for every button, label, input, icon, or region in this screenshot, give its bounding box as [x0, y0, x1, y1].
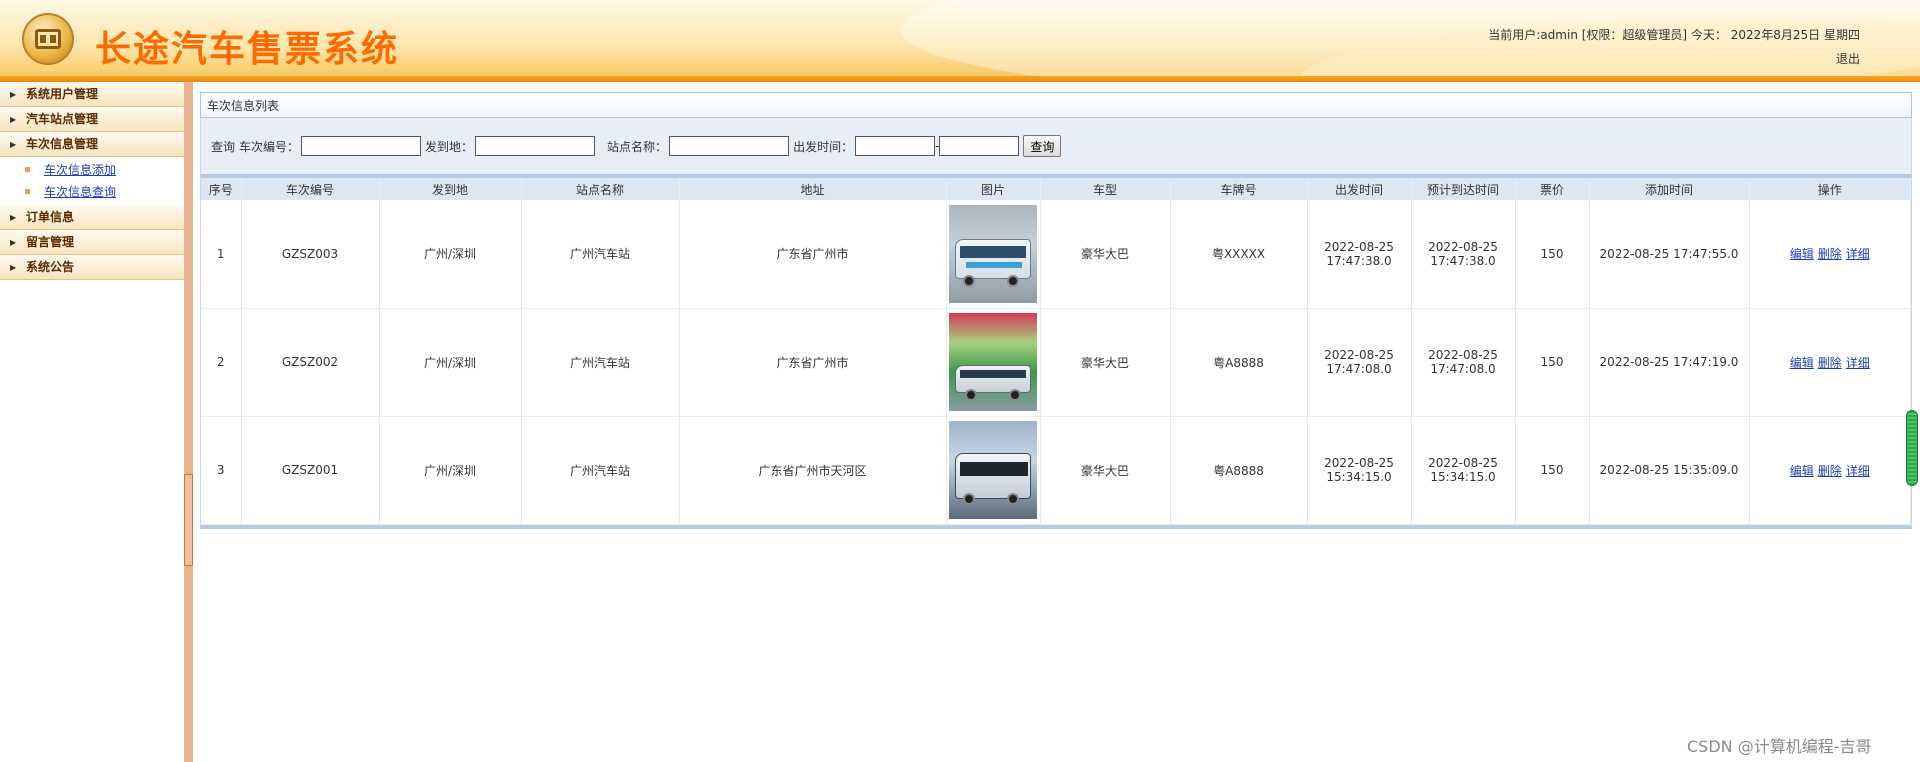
col-header: 票价	[1515, 178, 1590, 200]
app-logo	[22, 13, 74, 65]
train-no-label: 车次编号：	[239, 139, 300, 154]
col-header: 发到地	[379, 178, 522, 200]
sidebar-item-announcements[interactable]: ▶ 系统公告	[0, 255, 184, 280]
submenu-item-add-train[interactable]: 车次信息添加	[0, 159, 184, 181]
sidebar-item-messages[interactable]: ▶ 留言管理	[0, 230, 184, 255]
station-input[interactable]	[669, 136, 790, 156]
edit-link[interactable]: 编辑	[1790, 247, 1814, 261]
sidebar-item-trains[interactable]: ▶ 车次信息管理	[0, 132, 184, 157]
delete-link[interactable]: 删除	[1818, 356, 1842, 370]
col-header: 操作	[1749, 178, 1911, 200]
sidebar-splitter[interactable]	[184, 82, 193, 762]
table-row: 1 GZSZ003 广州/深圳 广州汽车站 广东省广州市 豪华大巴 粤XXXXX…	[201, 200, 1911, 309]
submenu-item-query-train[interactable]: 车次信息查询	[0, 181, 184, 203]
sidebar-item-label: 系统公告	[26, 260, 75, 274]
sidebar-submenu-trains: 车次信息添加 车次信息查询	[0, 157, 184, 205]
depart-time-label: 出发时间：	[793, 139, 854, 154]
table-row: 2 GZSZ002 广州/深圳 广州汽车站 广东省广州市 豪华大巴 粤A8888…	[201, 308, 1911, 417]
depart-to-input[interactable]	[939, 136, 1020, 156]
edit-link[interactable]: 编辑	[1790, 356, 1814, 370]
bus-photo-1	[949, 204, 1037, 303]
watermark: CSDN @计算机编程-吉哥	[1687, 737, 1872, 756]
sidebar-item-label: 车次信息管理	[26, 137, 99, 151]
col-header: 地址	[679, 178, 947, 200]
search-button[interactable]: 查询	[1023, 135, 1062, 157]
logout-link[interactable]: 退出	[1836, 50, 1860, 67]
detail-link[interactable]: 详细	[1846, 356, 1870, 370]
bus-photo-2	[949, 313, 1037, 411]
col-header: 车次编号	[241, 178, 380, 200]
detail-link[interactable]: 详细	[1846, 464, 1870, 478]
table-header-row: 序号 车次编号 发到地 站点名称 地址 图片 车型 车牌号 出发时间 预计到达时…	[201, 178, 1911, 200]
bullet-icon	[25, 189, 30, 194]
col-header: 添加时间	[1589, 178, 1750, 200]
caret-right-icon: ▶	[10, 115, 17, 124]
bus-photo-3	[949, 421, 1037, 519]
search-query-label: 查询	[211, 139, 236, 154]
origin-dest-input[interactable]	[475, 136, 596, 156]
header-banner: 长途汽车售票系统 当前用户:admin [权限：超级管理员] 今天： 2022年…	[0, 0, 1920, 82]
train-table-wrapper: 序号 车次编号 发到地 站点名称 地址 图片 车型 车牌号 出发时间 预计到达时…	[200, 174, 1912, 529]
sidebar: ▶ 系统用户管理 ▶ 汽车站点管理 ▶ 车次信息管理 车次信息添加 车次信息查询…	[0, 82, 184, 762]
table-row: 3 GZSZ001 广州/深圳 广州汽车站 广东省广州市天河区 豪华大巴 粤A8…	[201, 416, 1911, 525]
station-label: 站点名称：	[607, 139, 668, 154]
col-header: 出发时间	[1307, 178, 1412, 200]
scrollbar-thumb[interactable]	[1906, 410, 1918, 486]
caret-right-icon: ▶	[10, 238, 17, 247]
detail-link[interactable]: 详细	[1846, 247, 1870, 261]
col-header: 图片	[946, 178, 1041, 200]
edit-link[interactable]: 编辑	[1790, 464, 1814, 478]
panel-title: 车次信息列表	[200, 92, 1912, 118]
col-header: 车型	[1040, 178, 1171, 200]
col-header: 车牌号	[1170, 178, 1308, 200]
col-header: 预计到达时间	[1411, 178, 1516, 200]
sidebar-item-stations[interactable]: ▶ 汽车站点管理	[0, 107, 184, 132]
main-content: 车次信息列表 查询 车次编号： 发到地： 站点名称： 出发时间： - 查询 序号…	[200, 92, 1912, 529]
current-user-info: 当前用户:admin [权限：超级管理员] 今天： 2022年8月25日 星期四	[1488, 28, 1860, 42]
collapse-handle[interactable]	[184, 474, 193, 566]
col-header: 站点名称	[521, 178, 680, 200]
sidebar-item-label: 汽车站点管理	[26, 112, 99, 126]
col-header: 序号	[201, 178, 242, 200]
sidebar-item-label: 留言管理	[26, 235, 75, 249]
delete-link[interactable]: 删除	[1818, 247, 1842, 261]
app-title: 长途汽车售票系统	[95, 29, 400, 70]
caret-right-icon: ▶	[10, 213, 17, 222]
delete-link[interactable]: 删除	[1818, 464, 1842, 478]
sidebar-item-label: 系统用户管理	[26, 87, 99, 101]
caret-right-icon: ▶	[10, 90, 17, 99]
caret-right-icon: ▶	[10, 263, 17, 272]
search-bar: 查询 车次编号： 发到地： 站点名称： 出发时间： - 查询	[200, 118, 1912, 174]
sidebar-item-orders[interactable]: ▶ 订单信息	[0, 205, 184, 230]
bullet-icon	[25, 167, 30, 172]
sidebar-item-label: 订单信息	[26, 210, 75, 224]
train-no-input[interactable]	[301, 136, 422, 156]
origin-dest-label: 发到地：	[425, 139, 474, 154]
sidebar-item-system-users[interactable]: ▶ 系统用户管理	[0, 82, 184, 107]
depart-from-input[interactable]	[855, 136, 936, 156]
caret-right-icon: ▶	[10, 140, 17, 149]
train-table: 序号 车次编号 发到地 站点名称 地址 图片 车型 车牌号 出发时间 预计到达时…	[201, 178, 1911, 525]
